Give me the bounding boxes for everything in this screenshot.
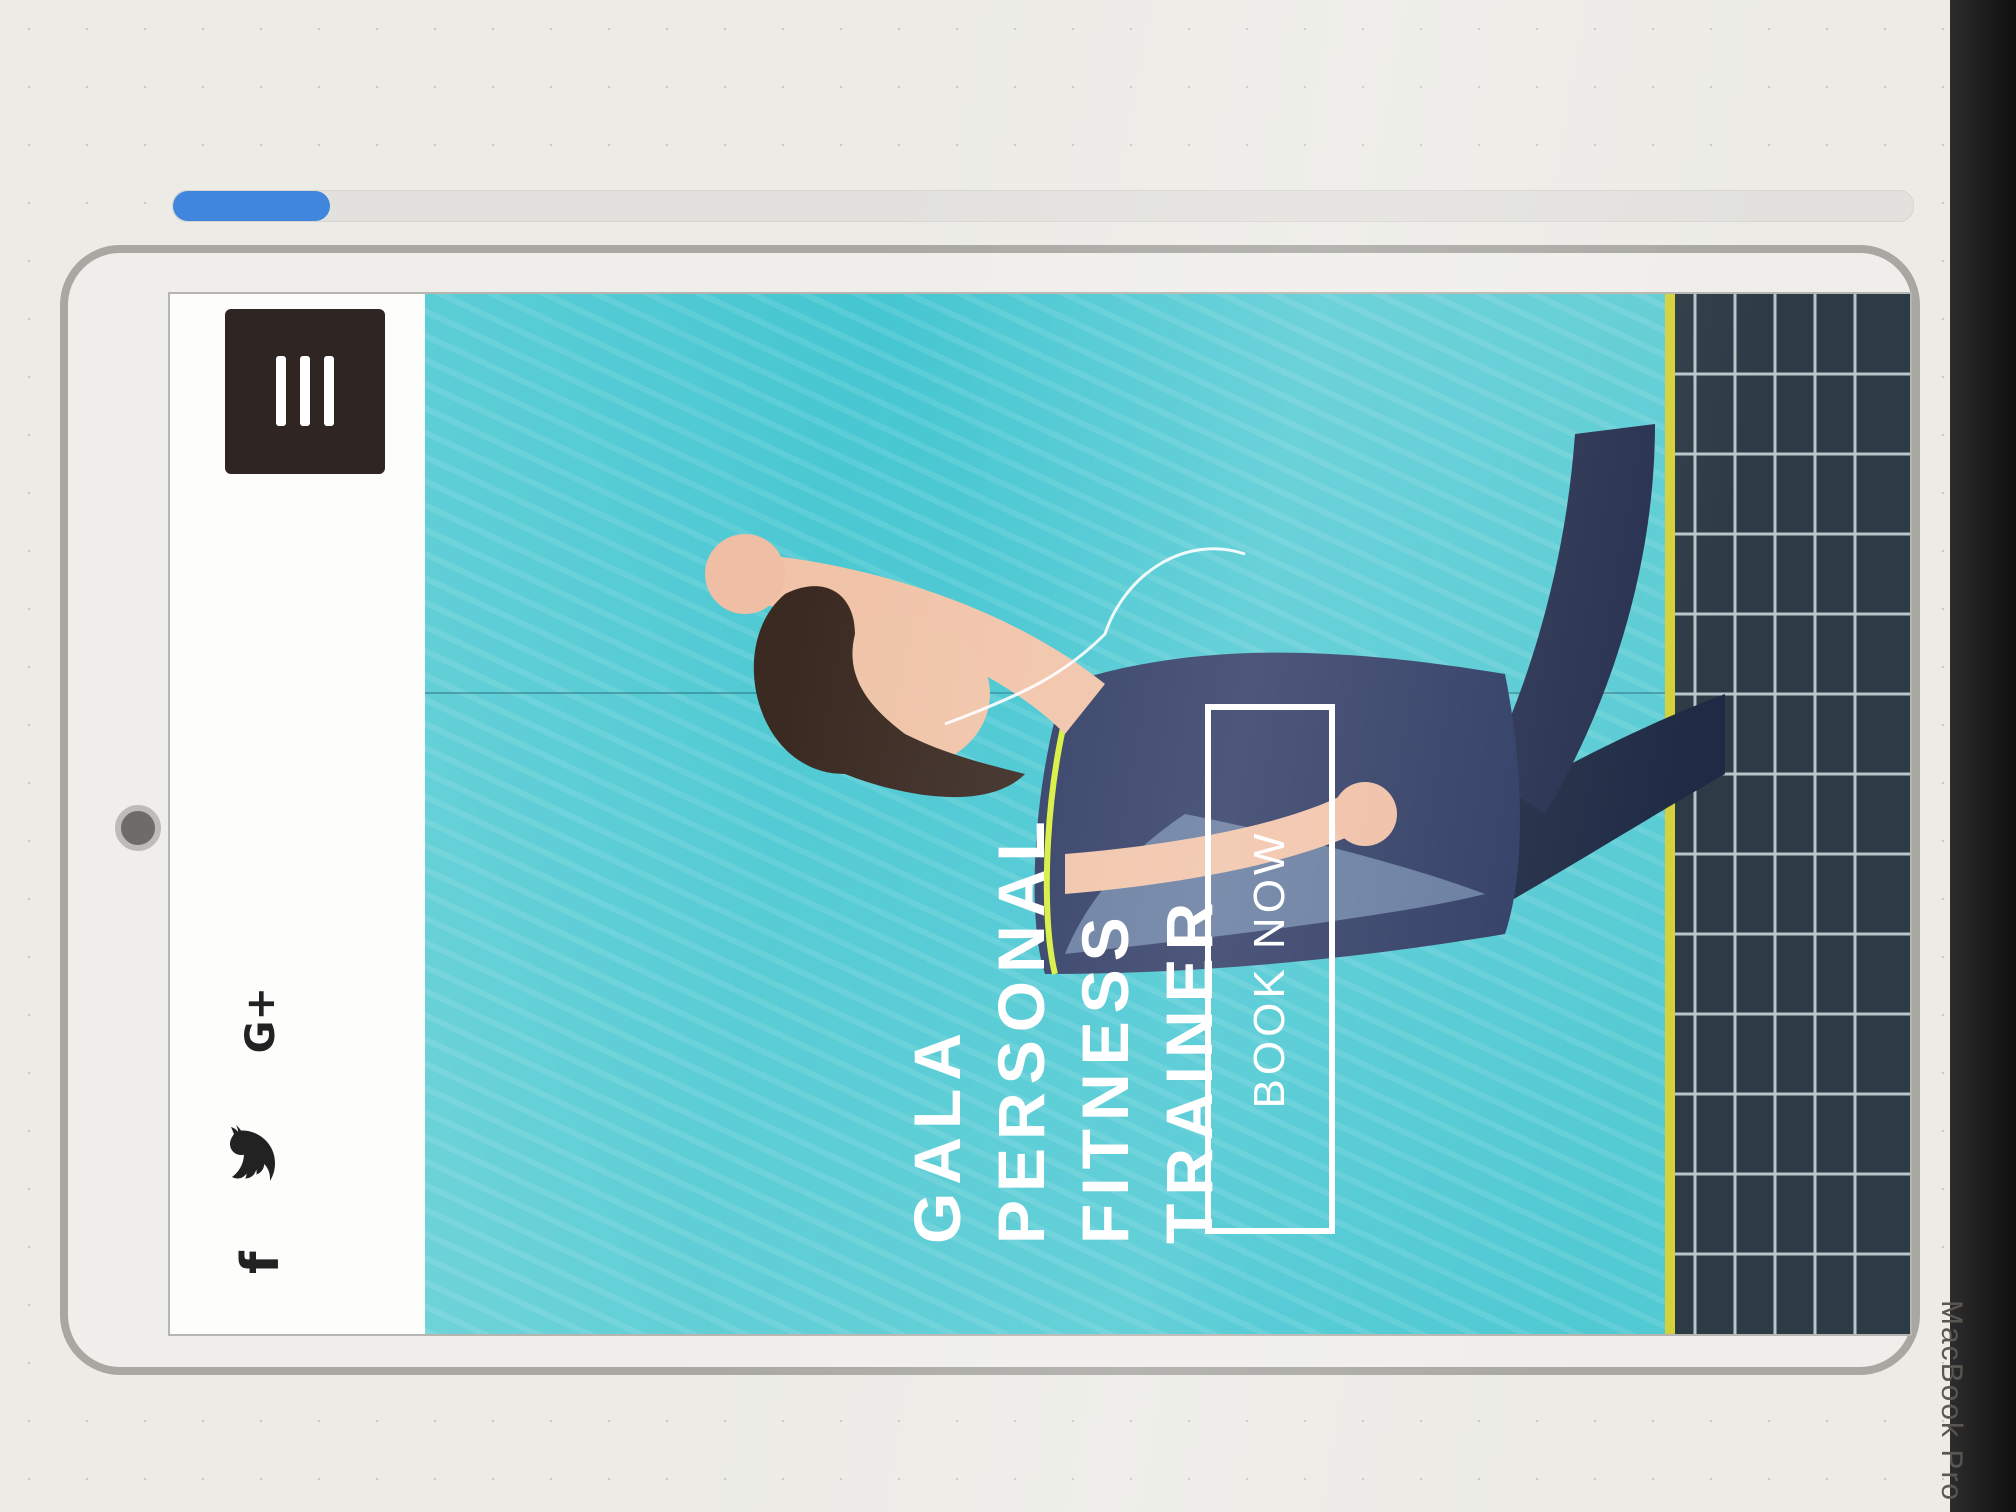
hero-title-line: PERSONAL — [984, 813, 1058, 1244]
hamburger-icon-line — [324, 356, 334, 427]
tablet-screen: f G+ GALA PERSONAL FITNESS TRAINER BOOK … — [168, 292, 1912, 1336]
hero-title-line: FITNESS — [1068, 909, 1142, 1244]
bleachers — [1665, 294, 1910, 1334]
book-now-button[interactable]: BOOK NOW — [1205, 704, 1335, 1234]
macbook-label: MacBook Pro — [1935, 1300, 1968, 1503]
page-progress-bar — [172, 190, 1914, 222]
monitor-bezel — [1950, 0, 2016, 1512]
hamburger-icon-line — [300, 356, 310, 427]
website-preview: f G+ GALA PERSONAL FITNESS TRAINER BOOK … — [170, 294, 1910, 1334]
hero-banner: GALA PERSONAL FITNESS TRAINER BOOK NOW — [425, 294, 1910, 1334]
facebook-icon[interactable]: f — [231, 1251, 291, 1274]
google-plus-icon[interactable]: G+ — [231, 987, 291, 1053]
menu-button[interactable] — [225, 309, 385, 474]
progress-fill — [173, 191, 330, 221]
hamburger-icon — [276, 356, 286, 427]
hero-title-line: GALA — [900, 1025, 974, 1244]
twitter-icon[interactable] — [230, 1123, 291, 1182]
twitter-bird-shape — [230, 1125, 275, 1182]
social-links: f G+ — [230, 987, 291, 1274]
hero-title: GALA PERSONAL FITNESS TRAINER — [895, 644, 1231, 1244]
site-header: f G+ — [170, 294, 425, 1334]
camera-icon — [115, 805, 161, 851]
